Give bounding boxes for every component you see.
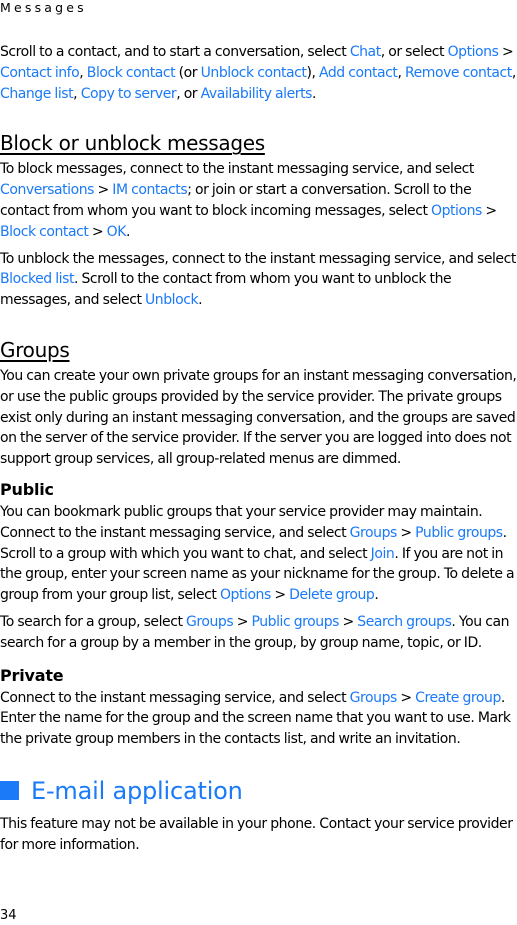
menu-ref-blocked-list: Blocked list <box>0 271 74 288</box>
menu-ref-ok: OK <box>106 223 127 240</box>
menu-ref-options: Options <box>219 587 271 604</box>
menu-ref-chat: Chat <box>349 44 381 60</box>
menu-ref-conversations: Conversations <box>0 182 95 199</box>
menu-ref-options: Options <box>431 202 482 219</box>
groups-paragraph: You can create your own private groups f… <box>0 367 517 468</box>
menu-ref-block-contact: Block contact <box>0 223 89 240</box>
menu-ref-availability-alerts: Availability alerts <box>200 85 313 102</box>
block-section-heading: Block or unblock messages <box>0 131 265 156</box>
menu-ref-create-group: Create group <box>415 689 501 706</box>
running-head: Messages <box>0 0 87 15</box>
menu-ref-groups: Groups <box>349 689 398 706</box>
unblock-paragraph: To unblock the messages, connect to the … <box>0 250 516 309</box>
page-number: 34 <box>0 908 17 923</box>
private-subheading: Private <box>0 665 64 685</box>
menu-ref-change-list: Change list <box>0 85 74 102</box>
intro-paragraph: Scroll to a contact, and to start a conv… <box>0 44 516 102</box>
menu-ref-unblock-contact: Unblock contact <box>200 64 307 81</box>
page-content: Scroll to a contact, and to start a conv… <box>0 42 517 856</box>
menu-ref-public-groups: Public groups <box>251 613 339 630</box>
menu-ref-im-contacts: IM contacts <box>112 182 188 199</box>
menu-ref-block-contact: Block contact <box>86 64 176 81</box>
email-paragraph: This feature may not be available in you… <box>0 815 513 853</box>
menu-ref-groups: Groups <box>185 613 234 630</box>
menu-ref-join: Join <box>370 545 395 562</box>
email-heading-text: E-mail application <box>31 776 243 805</box>
public-subheading: Public <box>0 479 54 499</box>
menu-ref-copy-to-server: Copy to server <box>80 85 177 102</box>
email-section-heading: E-mail application <box>0 776 517 806</box>
menu-ref-groups: Groups <box>349 524 398 541</box>
public-paragraph: You can bookmark public groups that your… <box>0 503 515 604</box>
menu-ref-delete-group: Delete group <box>289 587 375 604</box>
menu-ref-contact-info: Contact info <box>0 64 80 81</box>
menu-ref-public-groups: Public groups <box>415 524 503 541</box>
menu-ref-options: Options <box>447 44 499 60</box>
menu-ref-search-groups: Search groups <box>357 613 452 630</box>
private-paragraph: Connect to the instant messaging service… <box>0 689 511 748</box>
groups-section-heading: Groups <box>0 337 70 362</box>
square-bullet-icon <box>0 781 19 801</box>
menu-ref-remove-contact: Remove contact <box>404 64 512 81</box>
menu-ref-unblock: Unblock <box>145 292 199 309</box>
block-paragraph: To block messages, connect to the instan… <box>0 161 497 240</box>
search-groups-paragraph: To search for a group, select Groups > P… <box>0 613 510 651</box>
menu-ref-add-contact: Add contact <box>318 64 398 81</box>
